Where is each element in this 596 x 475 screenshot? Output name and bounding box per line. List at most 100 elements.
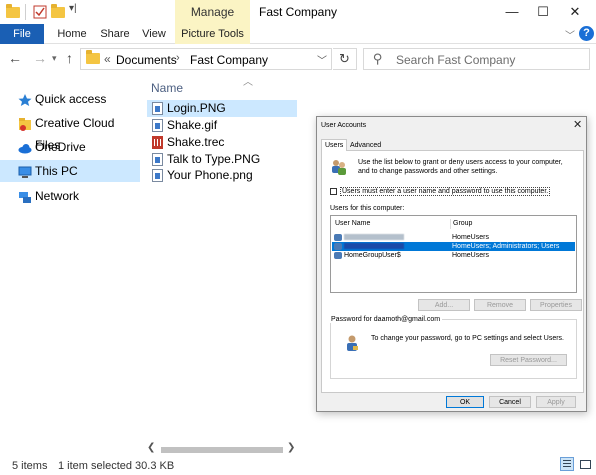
manage-contextual-tab[interactable]: Manage (175, 0, 250, 24)
group-cell: HomeUsers; Administrators; Users (452, 243, 560, 250)
new-folder-icon[interactable] (51, 4, 65, 19)
users-tab-page: Use the list below to grant or deny user… (321, 151, 584, 393)
tab-picture-tools[interactable]: Picture Tools (175, 24, 250, 44)
tab-file[interactable]: File (0, 24, 44, 44)
address-dropdown-icon[interactable]: ﹀ (317, 52, 327, 67)
refresh-icon[interactable]: ↻ (333, 48, 357, 70)
cancel-button[interactable]: Cancel (489, 396, 531, 408)
title-bar: ▾| Manage Fast Company — ☐ ✕ (0, 0, 596, 24)
breadcrumb-separator-icon[interactable]: › (176, 52, 180, 64)
file-name: Shake.gif (167, 118, 218, 132)
list-item[interactable]: Shake.trec (147, 134, 297, 151)
address-bar[interactable]: « Documents › Fast Company ﹀ (80, 48, 332, 70)
expand-ribbon-icon[interactable]: ﹀ (565, 27, 575, 42)
sort-ascending-icon: ︿ (243, 77, 253, 88)
scroll-left-icon[interactable]: ❮ (147, 442, 155, 453)
tab-share[interactable]: Share (96, 24, 134, 44)
file-name: Talk to Type.PNG (167, 152, 261, 166)
dialog-title: User Accounts (321, 122, 367, 129)
list-item[interactable]: Talk to Type.PNG (147, 151, 297, 168)
list-item[interactable]: Shake.gif (147, 117, 297, 134)
list-item[interactable]: Login.PNG (147, 100, 297, 117)
properties-check-icon[interactable] (33, 5, 47, 19)
search-input[interactable]: ⚲ Search Fast Company (363, 48, 590, 70)
dialog-close-icon[interactable]: ✕ (573, 118, 582, 131)
password-instructions: To change your password, go to PC settin… (371, 335, 564, 342)
sidebar-item-label: Network (35, 189, 80, 203)
breadcrumb-overflow[interactable]: « (104, 52, 111, 66)
sidebar-item-network[interactable]: Network (0, 185, 140, 207)
dialog-intro-text: Use the list below to grant or deny user… (358, 159, 563, 175)
navigation-pane: Quick access Creative Cloud Files OneDri… (0, 80, 140, 440)
remove-user-button[interactable]: Remove (474, 299, 526, 311)
file-list: ︿ Name Login.PNG Shake.gif Shake.trec Ta… (147, 76, 297, 440)
users-icon (330, 158, 348, 176)
group-cell: HomeUsers (452, 252, 489, 259)
ok-button[interactable]: OK (446, 396, 484, 408)
tab-advanced[interactable]: Advanced (346, 139, 385, 151)
breadcrumb-documents[interactable]: Documents (116, 53, 177, 67)
users-list-heading: Users for this computer: (330, 205, 405, 212)
computer-icon (18, 164, 32, 178)
user-accounts-dialog: User Accounts ✕ Users Advanced Use the l… (316, 116, 587, 412)
image-file-icon (152, 119, 163, 132)
file-name: Shake.trec (167, 135, 225, 149)
selection-info: 1 item selected 30.3 KB (58, 460, 175, 472)
user-icon (334, 243, 342, 250)
password-group (330, 319, 577, 379)
sidebar-item-creative-cloud[interactable]: Creative Cloud Files (0, 112, 140, 152)
list-item[interactable]: Your Phone.png (147, 167, 297, 184)
sidebar-item-onedrive[interactable]: OneDrive (0, 136, 140, 158)
scroll-right-icon[interactable]: ❯ (287, 442, 295, 453)
add-user-button[interactable]: Add... (418, 299, 470, 311)
sidebar-item-label: OneDrive (35, 140, 86, 154)
user-icon (334, 252, 342, 259)
item-count: 5 items (12, 460, 48, 472)
up-arrow-icon[interactable]: ↑ (66, 50, 73, 66)
tab-view[interactable]: View (139, 24, 169, 44)
large-icons-view-icon[interactable] (578, 457, 592, 471)
user-name-cell (344, 233, 404, 242)
breadcrumb-fast-company[interactable]: Fast Company (190, 53, 268, 67)
back-arrow-icon[interactable]: ← (8, 50, 22, 66)
tab-home[interactable]: Home (53, 24, 91, 44)
ribbon-tabs: File Home Share View Picture Tools ﹀ ? (0, 24, 596, 44)
group-cell: HomeUsers (452, 234, 489, 241)
recent-locations-icon[interactable]: ▾ (52, 53, 57, 64)
scrollbar-thumb[interactable] (161, 447, 283, 453)
table-row[interactable]: HomeGroupUser$ HomeUsers (332, 251, 575, 260)
user-name-cell: HomeGroupUser$ (344, 252, 401, 259)
address-row: ← → ▾ ↑ « Documents › Fast Company ﹀ ↻ ⚲… (0, 45, 596, 73)
sidebar-item-label: Quick access (35, 92, 107, 106)
customize-quick-access-icon[interactable]: ▾| (69, 3, 77, 14)
sidebar-item-this-pc[interactable]: This PC (0, 160, 140, 182)
folder-icon[interactable] (6, 4, 20, 19)
file-name: Your Phone.png (167, 168, 253, 182)
password-group-legend: Password for daamoth@gmail.com (329, 316, 443, 323)
help-icon[interactable]: ? (579, 26, 594, 41)
file-name: Login.PNG (167, 101, 226, 115)
column-header-group[interactable]: Group (450, 219, 472, 229)
require-password-label[interactable]: Users must enter a user name and passwor… (340, 187, 551, 196)
redacted-user-name (344, 243, 404, 250)
details-view-icon[interactable] (560, 457, 574, 471)
reset-password-button[interactable]: Reset Password... (490, 354, 567, 366)
recording-file-icon (152, 136, 163, 149)
table-row[interactable]: HomeUsers (332, 233, 575, 242)
column-header-name[interactable]: Name (151, 81, 183, 95)
require-password-checkbox[interactable] (330, 188, 337, 195)
table-row[interactable]: HomeUsers; Administrators; Users (332, 242, 575, 251)
properties-button[interactable]: Properties (530, 299, 582, 311)
close-button[interactable]: ✕ (553, 0, 596, 24)
forward-arrow-icon[interactable]: → (33, 50, 47, 66)
creative-cloud-icon (18, 116, 32, 131)
image-file-icon (152, 169, 163, 182)
sidebar-item-quick-access[interactable]: Quick access (0, 88, 140, 110)
network-icon (18, 189, 32, 203)
column-header-user-name[interactable]: User Name (335, 219, 370, 229)
search-icon: ⚲ (373, 51, 383, 66)
star-icon (18, 92, 32, 106)
folder-icon (86, 50, 100, 64)
user-password-icon (345, 334, 359, 352)
apply-button[interactable]: Apply (536, 396, 576, 408)
